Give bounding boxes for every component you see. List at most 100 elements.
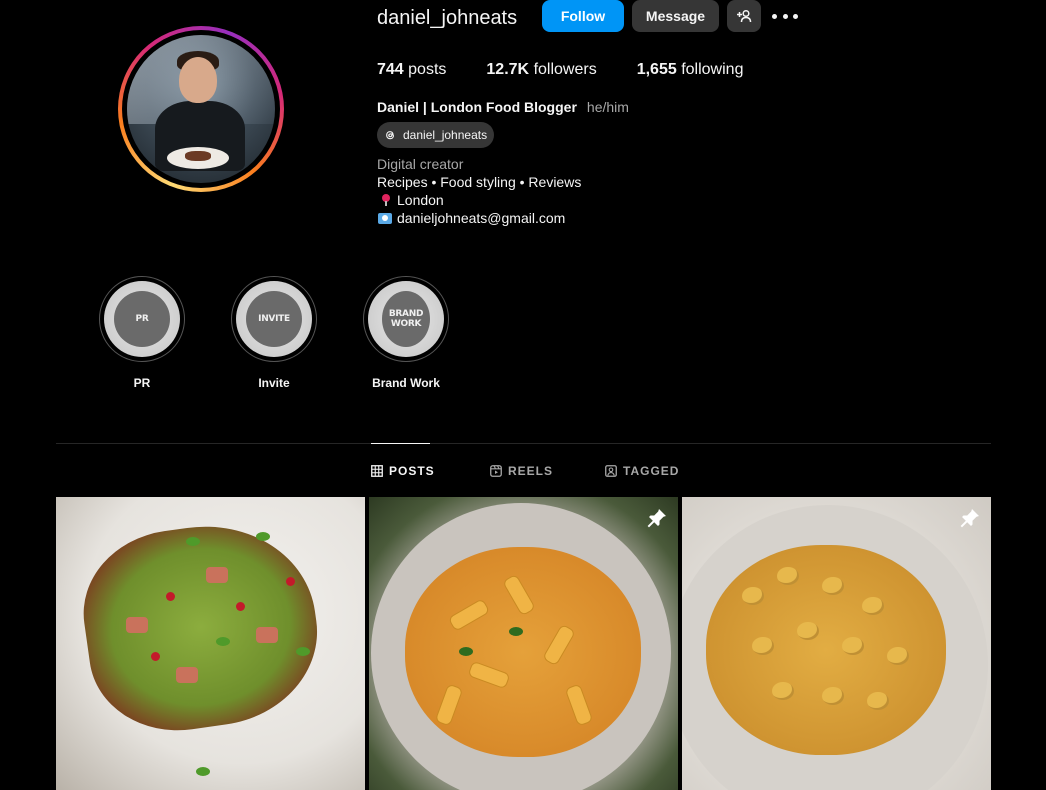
highlight-ring: INVITE [231,276,317,362]
posts-count: 744 [377,61,404,78]
tab-posts[interactable]: POSTS [371,464,435,478]
post-food-gnocchi [887,647,909,665]
highlight-cover: PR [104,281,180,357]
tab-reels[interactable]: REELS [490,464,553,478]
post-food-bacon [176,667,198,683]
avatar-person-head [179,57,217,103]
post-food-parsley [459,647,473,656]
highlight-cover-text: BRAND WORK [382,291,430,347]
profile-avatar[interactable] [118,26,284,192]
post-food-gnocchi [862,597,884,615]
followers-label: followers [533,61,597,78]
post-food-parsley [509,627,523,636]
reels-icon [490,465,502,477]
pushpin-icon [381,194,391,206]
post-food-bacon [256,627,278,643]
avatar-gap [122,30,280,188]
post-food-bacon [126,617,148,633]
post-thumbnail-1[interactable] [56,497,365,790]
tab-tagged[interactable]: TAGGED [605,464,679,478]
followers-stat[interactable]: 12.7K followers [486,61,596,79]
post-food-bacon [206,567,228,583]
more-options-icon[interactable] [772,6,798,26]
highlight-cover: BRAND WORK [368,281,444,357]
post-food-avocado-toast [73,511,329,743]
active-tab-indicator [371,443,430,444]
post-food-pea-shoot [186,537,200,546]
tab-tagged-label: TAGGED [623,464,680,478]
camera-icon [378,212,392,224]
name-row: Daniel | London Food Blogger he/him [377,99,629,115]
tab-posts-label: POSTS [389,464,435,478]
highlight-cover: INVITE [236,281,312,357]
post-thumbnail-3[interactable] [682,497,991,790]
threads-icon [386,131,394,140]
add-user-icon [737,9,752,23]
post-food-gnocchi [752,637,774,655]
pronouns: he/him [586,99,629,115]
tabs-divider [56,443,991,444]
post-food-gnocchi [822,577,844,595]
highlight-label: Brand Work [372,376,440,390]
highlight-ring: BRAND WORK [363,276,449,362]
message-button[interactable]: Message [632,0,719,32]
following-stat[interactable]: 1,655 following [637,61,744,79]
post-food-gnocchi [867,692,889,710]
dot [793,13,798,19]
profile-stats: 744 posts 12.7K followers 1,655 followin… [377,61,783,79]
grid-icon [371,465,383,477]
highlight-ring: PR [99,276,185,362]
highlight-label: PR [133,376,151,390]
posts-stat: 744 posts [377,61,446,79]
highlight-cover-text: PR [114,291,170,347]
highlight-invite[interactable]: INVITE Invite [231,276,317,390]
dot [772,13,777,19]
post-food-gnocchi [777,567,799,585]
highlight-brand-work[interactable]: BRAND WORK Brand Work [363,276,449,390]
post-food-pomegranate [236,602,245,611]
tagged-icon [605,465,617,477]
bio-line-email: danieljohneats@gmail.com [377,209,581,227]
following-label: following [681,61,744,78]
post-food-gnocchi-bed [706,545,946,755]
post-food-pomegranate [166,592,175,601]
post-food-gnocchi [842,637,864,655]
threads-link[interactable]: daniel_johneats [377,122,495,148]
following-count: 1,655 [636,61,677,78]
avatar-steak [185,151,211,161]
follow-button[interactable]: Follow [542,0,624,32]
post-food-pomegranate [151,652,160,661]
pinned-post-icon [960,509,979,528]
bio-tagline: Recipes • Food styling • Reviews [377,174,582,190]
tab-reels-label: REELS [508,464,554,478]
post-food-pea-shoot [256,532,270,541]
post-food-gnocchi [742,587,764,605]
post-food-pea-shoot [216,637,230,646]
post-food-rigatoni-sauce [405,547,641,757]
suggest-accounts-button[interactable] [727,0,761,32]
post-thumbnail-2[interactable] [369,497,678,790]
bio: Digital creator Recipes • Food styling •… [377,155,581,227]
avatar-photo [127,35,275,183]
highlight-pr[interactable]: PR PR [99,276,185,390]
highlight-label: Invite [258,376,290,390]
profile-username: daniel_johneats [377,7,518,29]
pinned-post-icon [647,509,666,528]
bio-location: London [397,192,444,208]
post-food-pomegranate [286,577,295,586]
post-food-gnocchi [822,687,844,705]
threads-handle: daniel_johneats [403,128,488,142]
bio-email: danieljohneats@gmail.com [397,210,566,226]
bio-line-location: London [377,191,581,209]
bio-line-tagline: Recipes • Food styling • Reviews [377,173,581,191]
highlight-cover-text: INVITE [246,291,302,347]
dot [782,13,788,19]
post-food-gnocchi [772,682,794,700]
full-name: Daniel | London Food Blogger [377,99,577,115]
post-food-pea-shoot [296,647,310,656]
followers-count: 12.7K [486,61,530,78]
posts-label: posts [408,61,447,78]
post-food-gnocchi [797,622,819,640]
account-category: Digital creator [377,156,464,172]
post-food-pea-shoot [196,767,210,776]
